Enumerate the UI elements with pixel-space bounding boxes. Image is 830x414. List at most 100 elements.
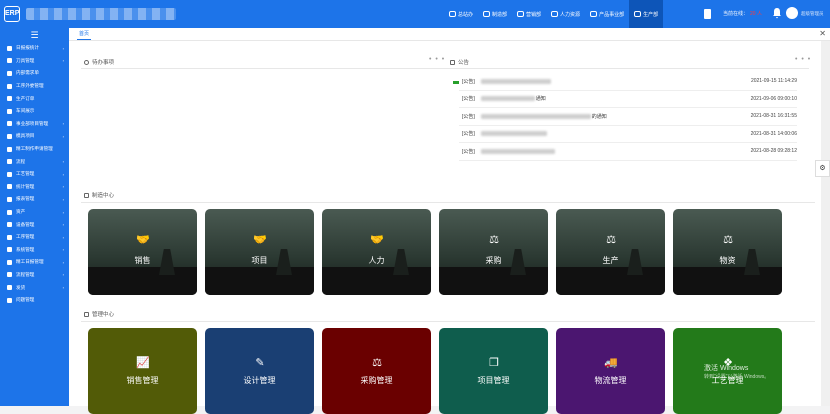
mfg-card[interactable]: ⚖ 物资 [673, 209, 782, 295]
top-bar: ERP 总站办 制造部 营销部 人力资源 产品事业部 生产部 当前在线： 20 人 超级管理… [0, 0, 830, 28]
chevron-right-icon: › [62, 184, 64, 190]
top-nav-item[interactable]: 总站办 [444, 0, 478, 28]
sidebar-item[interactable]: 问题管理 [0, 294, 69, 307]
menu-item-icon [7, 83, 12, 89]
top-nav-item[interactable]: 产品事业部 [585, 0, 629, 28]
notice-row[interactable]: [公告] 通知 2021-09-06 09:00:10 [459, 91, 797, 108]
notice-row[interactable]: [公告] 2021-08-28 09:28:12 [459, 143, 797, 161]
sidebar-item[interactable]: 流程 › [0, 155, 69, 168]
sidebar-item-label: 工序管理 [16, 234, 35, 240]
notice-tag: [公告] [462, 78, 475, 85]
mgmt-card[interactable]: 📈 销售管理 [88, 328, 197, 414]
thumb-icon [84, 192, 89, 198]
sidebar-item[interactable]: 精工日报管理 › [0, 256, 69, 269]
notice-row[interactable]: [公告] 2021-08-31 14:00:06 [459, 126, 797, 143]
chevron-right-icon: › [62, 196, 64, 202]
mgmt-card[interactable]: ✎ 设计管理 [205, 328, 314, 414]
bell-icon[interactable] [772, 7, 782, 19]
sidebar-item[interactable]: 报表管理 › [0, 193, 69, 206]
todo-more-icon[interactable]: • • • [429, 56, 445, 63]
mfg-card[interactable]: 🤝 销售 [88, 209, 197, 295]
mgmt-card-label: 销售管理 [126, 376, 159, 385]
mfg-card[interactable]: 🤝 项目 [205, 209, 314, 295]
watermark-line1: 激活 Windows [704, 365, 749, 372]
notice-more-icon[interactable]: • • • [795, 56, 811, 63]
sidebar-item[interactable]: 事业部项目管理 › [0, 118, 69, 131]
menu-item-icon [7, 272, 12, 278]
menu-item-icon [7, 297, 12, 303]
notice-date: 2021-09-15 11:14:29 [750, 78, 797, 85]
sidebar-item[interactable]: 统计管理 › [0, 181, 69, 194]
edit-icon: ✎ [255, 357, 265, 369]
mfg-center-title-text: 制造中心 [92, 193, 115, 199]
top-nav-item[interactable]: 人力资源 [546, 0, 585, 28]
book-icon[interactable] [704, 9, 711, 19]
user-avatar[interactable] [786, 7, 798, 19]
tab-home[interactable]: 首页 [77, 30, 92, 40]
gear-icon[interactable]: ⚙ [815, 160, 830, 177]
menu-item-icon [7, 133, 12, 139]
user-name[interactable]: 超级管理员 [801, 11, 824, 17]
divider [81, 321, 815, 322]
sidebar-item-label: 发货 [16, 284, 26, 290]
sidebar-item[interactable]: 发货 › [0, 281, 69, 294]
mgmt-card[interactable]: ❐ 项目管理 [439, 328, 548, 414]
windows-activation-watermark: 激活 Windows 转到"设置"以激活 Windows。 [704, 364, 769, 382]
card-landscape [439, 267, 548, 295]
dashboard-content: 待办事项 • • • 公告 • • • [公告] 2021-09-15 11:14… [69, 41, 821, 414]
divider [81, 68, 449, 69]
chevron-right-icon: › [62, 171, 64, 177]
scrollbar[interactable] [821, 41, 830, 406]
menu-item-icon [7, 70, 12, 76]
chevron-right-icon: › [62, 247, 64, 253]
sidebar-item[interactable]: 模具项目 › [0, 130, 69, 143]
chevron-right-icon: › [62, 272, 64, 278]
notice-row[interactable]: [公告] 2021-09-15 11:14:29 [459, 73, 797, 91]
card-landscape [322, 267, 431, 295]
menu-item-icon [7, 209, 12, 215]
close-icon[interactable]: ✕ [819, 29, 826, 38]
graduation-icon [84, 311, 89, 317]
sidebar-item[interactable]: 精工制作申请管理 [0, 143, 69, 156]
chevron-right-icon: › [62, 259, 64, 265]
sidebar-item[interactable]: 工序外委管理 [0, 80, 69, 93]
scale-icon: ⚖ [606, 234, 616, 246]
mfg-card[interactable]: ⚖ 采购 [439, 209, 548, 295]
sidebar-item[interactable]: 系统管理 › [0, 244, 69, 257]
mfg-card[interactable]: ⚖ 生产 [556, 209, 665, 295]
sidebar-item-label: 日报报统计 [16, 45, 39, 51]
notice-row[interactable]: [公告] 的通知 2021-08-31 16:31:55 [459, 108, 797, 126]
sidebar-item[interactable]: 工艺管理 › [0, 168, 69, 181]
sidebar-item[interactable]: 工序管理 › [0, 231, 69, 244]
app-logo[interactable]: ERP [4, 6, 20, 22]
menu-item-icon [7, 285, 12, 291]
sidebar-item[interactable]: 刀具管理 › [0, 55, 69, 68]
sidebar-item[interactable]: 流程管理 › [0, 269, 69, 282]
top-nav-item[interactable]: 营销部 [512, 0, 546, 28]
notice-title-text: 公告 [458, 60, 470, 66]
sidebar-item[interactable]: 生产订单 [0, 92, 69, 105]
sidebar-item[interactable]: 设备管理 › [0, 218, 69, 231]
online-label: 当前在线： [723, 11, 749, 17]
sidebar: ☰ 日报报统计 › 刀具管理 › 内部需求单 工序外委管理 生产订单 车间展示 事业部项目管理 ›… [0, 28, 69, 406]
menu-item-icon [7, 222, 12, 228]
mfg-card[interactable]: 🤝 人力 [322, 209, 431, 295]
top-nav-item[interactable]: 生产部 [629, 0, 664, 28]
sidebar-item[interactable]: 日报报统计 › [0, 42, 69, 55]
sidebar-item-label: 生产订单 [16, 95, 35, 101]
menu-item-icon [7, 108, 12, 114]
mgmt-card[interactable]: ⚖ 采购管理 [322, 328, 431, 414]
sidebar-item[interactable]: 资产 › [0, 206, 69, 219]
scale-icon: ⚖ [372, 357, 382, 369]
sidebar-item[interactable]: 车间展示 [0, 105, 69, 118]
menu-item-icon [7, 259, 12, 265]
notice-list: [公告] 2021-09-15 11:14:29 [公告] 通知 2021-09-06 … [453, 73, 797, 161]
sidebar-item-label: 报表管理 [16, 196, 35, 202]
top-nav: 总站办 制造部 营销部 人力资源 产品事业部 生产部 [444, 0, 664, 28]
menu-toggle-icon[interactable]: ☰ [0, 28, 69, 42]
sidebar-item[interactable]: 内部需求单 [0, 67, 69, 80]
top-nav-item[interactable]: 制造部 [478, 0, 512, 28]
chevron-right-icon: › [62, 209, 64, 215]
chevron-right-icon: › [62, 222, 64, 228]
mgmt-card[interactable]: 🚚 物流管理 [556, 328, 665, 414]
